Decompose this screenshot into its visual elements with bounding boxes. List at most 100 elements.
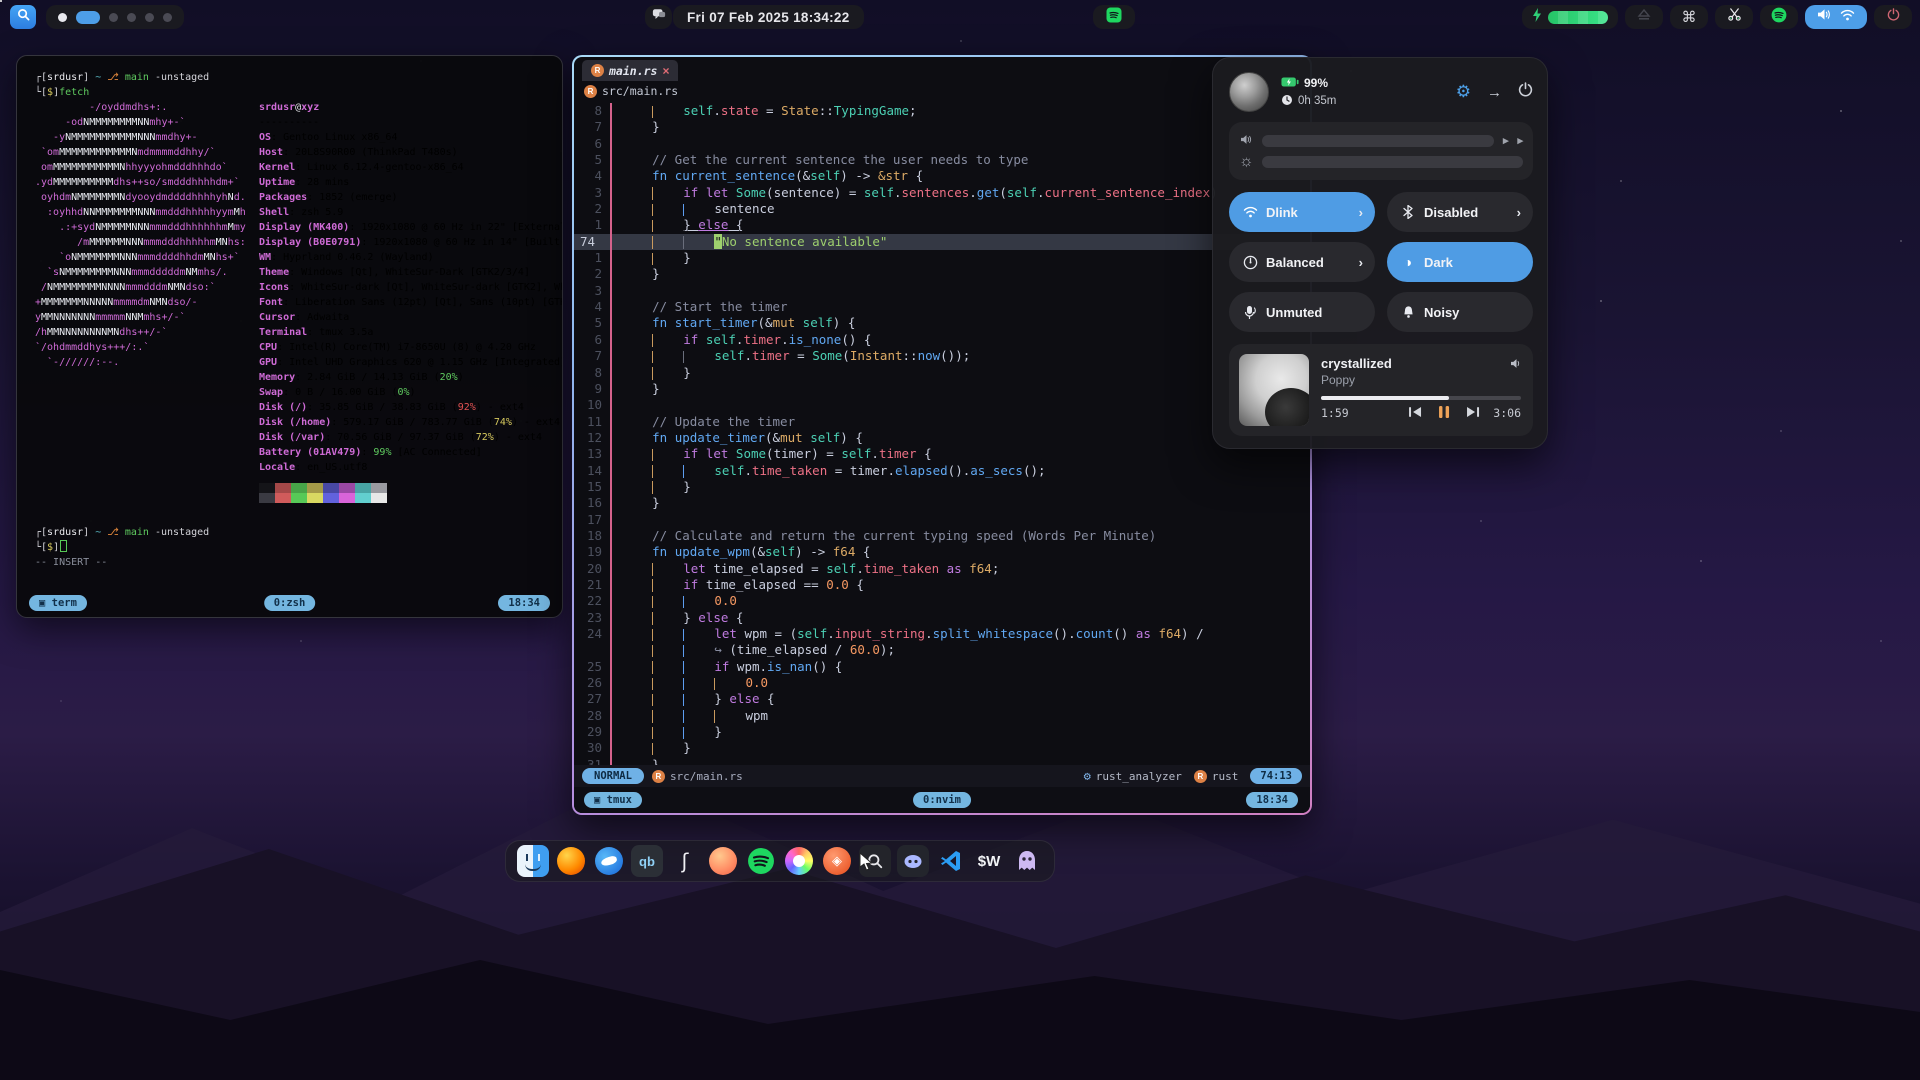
dock-icon-spotify[interactable] bbox=[745, 845, 777, 877]
code-line[interactable]: ↪ (time_elapsed / 60.0); bbox=[574, 642, 1310, 658]
dock-icon-peach[interactable] bbox=[707, 845, 739, 877]
close-icon[interactable]: × bbox=[662, 64, 669, 78]
code-line[interactable]: 12 fn update_timer(&mut self) { bbox=[574, 430, 1310, 446]
code-line[interactable]: 2 } bbox=[574, 266, 1310, 282]
chevron-right-icon[interactable]: › bbox=[1517, 205, 1521, 220]
previous-track-icon[interactable] bbox=[1408, 406, 1422, 421]
code-line[interactable]: 20 let time_elapsed = self.time_taken as… bbox=[574, 561, 1310, 577]
dock-icon-shell[interactable]: ʃ bbox=[669, 845, 701, 877]
code-line[interactable]: 23 } else { bbox=[574, 610, 1310, 626]
code-line[interactable]: 3 bbox=[574, 283, 1310, 299]
next-track-icon[interactable] bbox=[1466, 406, 1480, 421]
dock-icon-vscode[interactable] bbox=[935, 845, 967, 877]
brightness-slider[interactable] bbox=[1262, 156, 1523, 168]
code-line[interactable]: 7 self.timer = Some(Instant::now()); bbox=[574, 348, 1310, 364]
tmux-session-pill[interactable]: ▣ term bbox=[29, 595, 87, 611]
code-line[interactable]: 13 if let Some(timer) = self.timer { bbox=[574, 446, 1310, 462]
workspace-dot[interactable] bbox=[163, 13, 172, 22]
code-area[interactable]: 8 self.state = State::TypingGame;7 }65 /… bbox=[574, 101, 1310, 765]
dock-icon-thunderbird[interactable] bbox=[593, 845, 625, 877]
workspace-dot[interactable] bbox=[127, 13, 136, 22]
code-line[interactable]: 15 } bbox=[574, 479, 1310, 495]
code-line[interactable]: 27 } else { bbox=[574, 691, 1310, 707]
code-line[interactable]: 28 wpm bbox=[574, 708, 1310, 724]
code-line[interactable]: 3 if let Some(sentence) = self.sentences… bbox=[574, 185, 1310, 201]
dock-icon-finder[interactable] bbox=[517, 845, 549, 877]
command-button[interactable]: ⌘ bbox=[1670, 5, 1708, 29]
app-launcher-button[interactable] bbox=[10, 5, 36, 29]
settings-gear-icon[interactable]: ⚙ bbox=[1456, 82, 1471, 102]
code-line[interactable]: 19 fn update_wpm(&self) -> f64 { bbox=[574, 544, 1310, 560]
dock-icon-sw[interactable]: $W bbox=[973, 845, 1005, 877]
toggle-dlink[interactable]: Dlink› bbox=[1229, 192, 1375, 232]
code-line[interactable]: 29 } bbox=[574, 724, 1310, 740]
code-line[interactable]: 5 fn start_timer(&mut self) { bbox=[574, 315, 1310, 331]
logout-arrow-icon[interactable]: → bbox=[1487, 84, 1502, 101]
battery-indicator[interactable] bbox=[1522, 5, 1618, 29]
code-line[interactable]: 14 self.time_taken = timer.elapsed().as_… bbox=[574, 463, 1310, 479]
dock-icon-discord[interactable] bbox=[897, 845, 929, 877]
code-line[interactable]: 22 0.0 bbox=[574, 593, 1310, 609]
code-line[interactable]: 18 // Calculate and return the current t… bbox=[574, 528, 1310, 544]
eject-button[interactable] bbox=[1625, 5, 1663, 29]
code-line[interactable]: 8 self.state = State::TypingGame; bbox=[574, 103, 1310, 119]
notifications-button[interactable] bbox=[645, 5, 672, 29]
code-line[interactable]: 10 bbox=[574, 397, 1310, 413]
code-line[interactable]: 30 } bbox=[574, 740, 1310, 756]
code-line[interactable]: 7 } bbox=[574, 119, 1310, 135]
code-line[interactable]: 1 } bbox=[574, 250, 1310, 266]
dock-icon-ghostty[interactable] bbox=[1011, 845, 1043, 877]
workspace-occupied[interactable] bbox=[58, 13, 67, 22]
code-line[interactable]: 2 sentence bbox=[574, 201, 1310, 217]
terminal-window[interactable]: ┌[srdusr] ~ ⎇ main -unstaged └[$]fetch -… bbox=[16, 55, 563, 618]
clock[interactable]: Fri 07 Feb 2025 18:34:22 bbox=[673, 5, 864, 29]
code-line[interactable]: 24 let wpm = (self.input_string.split_wh… bbox=[574, 626, 1310, 642]
editor-window[interactable]: R main.rs × R src/main.rs 8 self.state =… bbox=[572, 55, 1312, 815]
chevron-right-icon[interactable]: ▸ bbox=[1503, 134, 1509, 147]
dock-icon-firefox[interactable] bbox=[555, 845, 587, 877]
code-line[interactable]: 8 } bbox=[574, 365, 1310, 381]
power-button[interactable] bbox=[1874, 5, 1912, 29]
chevron-right-icon[interactable]: › bbox=[1359, 205, 1363, 220]
code-line[interactable]: 9 } bbox=[574, 381, 1310, 397]
workspace-dot[interactable] bbox=[145, 13, 154, 22]
volume-slider[interactable] bbox=[1262, 135, 1494, 147]
dock-icon-zen-browser[interactable]: ◈ bbox=[821, 845, 853, 877]
dock-icon-photos[interactable] bbox=[783, 845, 815, 877]
code-line[interactable]: 6 if self.timer.is_none() { bbox=[574, 332, 1310, 348]
code-line[interactable]: 4 fn current_sentence(&self) -> &str { bbox=[574, 168, 1310, 184]
code-line[interactable]: 26 0.0 bbox=[574, 675, 1310, 691]
workspace-indicator[interactable] bbox=[46, 5, 184, 29]
code-line[interactable]: 4 // Start the timer bbox=[574, 299, 1310, 315]
code-line[interactable]: 21 if time_elapsed == 0.0 { bbox=[574, 577, 1310, 593]
chevron-right-icon[interactable]: › bbox=[1359, 255, 1363, 270]
prompt-input[interactable]: └[$] bbox=[35, 540, 562, 555]
toggle-disabled[interactable]: Disabled› bbox=[1387, 192, 1533, 232]
media-indicator[interactable] bbox=[1093, 5, 1135, 29]
spotify-tray-button[interactable] bbox=[1760, 5, 1798, 29]
user-avatar[interactable] bbox=[1229, 72, 1269, 112]
screenshot-button[interactable] bbox=[1715, 5, 1753, 29]
toggle-unmuted[interactable]: Unmuted bbox=[1229, 292, 1375, 332]
volume-network-button[interactable] bbox=[1805, 5, 1867, 29]
code-line[interactable]: 5 // Get the current sentence the user n… bbox=[574, 152, 1310, 168]
track-progress-bar[interactable] bbox=[1321, 396, 1521, 400]
toggle-noisy[interactable]: Noisy bbox=[1387, 292, 1533, 332]
tmux-session-pill[interactable]: ▣ tmux bbox=[584, 792, 642, 808]
power-icon[interactable] bbox=[1518, 82, 1533, 102]
tmux-window-pill[interactable]: 0:nvim bbox=[913, 792, 971, 808]
toggle-balanced[interactable]: Balanced› bbox=[1229, 242, 1375, 282]
media-volume-icon[interactable] bbox=[1510, 356, 1523, 374]
code-line[interactable]: 25 if wpm.is_nan() { bbox=[574, 659, 1310, 675]
code-line[interactable]: 31 } bbox=[574, 757, 1310, 765]
tab-main-rs[interactable]: R main.rs × bbox=[582, 60, 678, 81]
workspace-dot[interactable] bbox=[109, 13, 118, 22]
code-line[interactable]: 11 // Update the timer bbox=[574, 414, 1310, 430]
workspace-active[interactable] bbox=[76, 11, 100, 24]
code-line[interactable]: 17 bbox=[574, 512, 1310, 528]
toggle-dark[interactable]: ◑Dark bbox=[1387, 242, 1533, 282]
code-line[interactable]: 1 } else { bbox=[574, 217, 1310, 233]
chevron-right-icon[interactable]: ▸ bbox=[1517, 134, 1523, 147]
code-line[interactable]: 74 "No sentence available" bbox=[574, 234, 1310, 250]
code-line[interactable]: 16 } bbox=[574, 495, 1310, 511]
